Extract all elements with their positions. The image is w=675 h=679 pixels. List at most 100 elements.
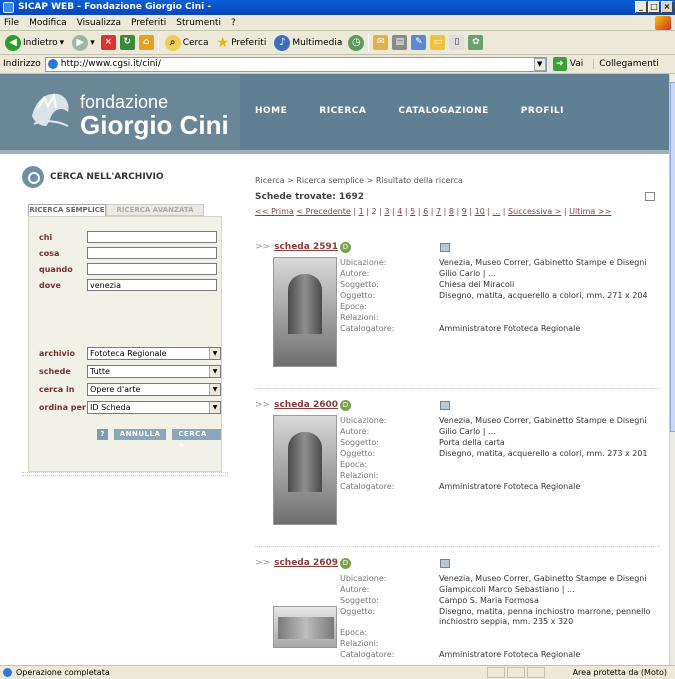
page-link-7[interactable]: 7 <box>436 207 441 216</box>
menu-help[interactable]: ? <box>231 18 236 28</box>
nav-profili[interactable]: PROFILI <box>521 106 564 116</box>
search-button[interactable]: ⌕ Cerca <box>163 33 211 53</box>
dove-row: dove venezia <box>39 279 217 291</box>
refresh-icon[interactable]: ↻ <box>119 35 135 50</box>
home-icon[interactable]: ⌂ <box>138 35 154 50</box>
form-buttons: ? ANNULLA CERCA > <box>97 429 221 449</box>
chevron-down-icon[interactable]: ▼ <box>533 57 546 71</box>
forward-arrow-icon: ▶ <box>72 34 89 51</box>
help-button[interactable]: ? <box>97 429 108 440</box>
page-first-link[interactable]: << Prima <box>255 207 294 216</box>
record-thumbnail[interactable] <box>273 415 337 525</box>
go-button[interactable]: ➜ Vai <box>552 57 583 71</box>
vertical-scrollbar[interactable] <box>669 74 675 665</box>
record-image-icon[interactable] <box>440 559 450 568</box>
site-header: fondazione Giorgio Cini HOME RICERCA CAT… <box>0 74 669 150</box>
messenger-icon[interactable]: ✿ <box>468 35 484 50</box>
menu-modifica[interactable]: Modifica <box>29 18 67 28</box>
page-link-10[interactable]: 10 <box>475 207 485 216</box>
page-link-5[interactable]: 5 <box>410 207 415 216</box>
record-thumbnail[interactable] <box>273 606 337 648</box>
page-icon[interactable]: ▯ <box>449 35 465 50</box>
schede-label: schede <box>39 367 71 376</box>
page-link-9[interactable]: 9 <box>462 207 467 216</box>
chevron-down-icon: ▼ <box>209 366 220 377</box>
menu-visualizza[interactable]: Visualizza <box>77 18 121 28</box>
page-link-4[interactable]: 4 <box>397 207 402 216</box>
record-image-icon[interactable] <box>440 401 450 410</box>
cosa-field[interactable] <box>87 247 217 259</box>
history-icon[interactable]: ◷ <box>348 34 365 51</box>
search-submit-button[interactable]: CERCA > <box>172 429 221 449</box>
folder-icon[interactable]: ▭ <box>430 35 446 50</box>
address-label: Indirizzo <box>3 59 41 69</box>
status-bar: Operazione completata Area protetta da (… <box>0 665 675 679</box>
arrow-icon: >> <box>255 400 271 410</box>
breadcrumb: Ricerca > Ricerca semplice > Risultato d… <box>255 176 463 185</box>
record-title: >> scheda 2600 <box>255 400 338 410</box>
page-prev-link[interactable]: < Precedente <box>296 207 350 216</box>
cancel-button[interactable]: ANNULLA <box>113 429 167 440</box>
chi-field[interactable] <box>87 231 217 243</box>
back-button[interactable]: ◀ Indietro ▾ <box>3 33 66 53</box>
scrollbar-thumb[interactable] <box>670 82 675 432</box>
page-link-1[interactable]: 1 <box>359 207 364 216</box>
result-record: >> scheda 2591 D Ubicazione: Venezia, Muse… <box>255 242 660 390</box>
menu-strumenti[interactable]: Strumenti <box>176 18 221 28</box>
nav-ricerca[interactable]: RICERCA <box>319 106 366 116</box>
maximize-button[interactable]: □ <box>648 1 660 13</box>
media-icon: ♪ <box>274 34 291 51</box>
nav-catalogazione[interactable]: CATALOGAZIONE <box>398 106 488 116</box>
tab-ricerca-semplice[interactable]: RICERCA SEMPLICE <box>28 204 106 216</box>
new-window-icon[interactable] <box>645 192 655 201</box>
archivio-select[interactable]: Fototeca Regionale ▼ <box>87 347 221 360</box>
links-button[interactable]: Collegamenti <box>593 59 659 69</box>
dove-field[interactable]: venezia <box>87 279 217 291</box>
chi-row: chi <box>39 231 217 243</box>
quando-field[interactable] <box>87 263 217 275</box>
record-link[interactable]: scheda 2600 <box>274 400 338 410</box>
cercain-row: cerca in Opere d'arte ▼ <box>39 383 221 396</box>
chi-label: chi <box>39 232 53 242</box>
mail-icon[interactable]: ✉ <box>373 35 389 50</box>
favorites-button[interactable]: ★ Preferiti <box>215 33 269 53</box>
record-title: >> scheda 2591 <box>255 242 338 252</box>
browser-toolbar: ◀ Indietro ▾ ▶ ▾ × ↻ ⌂ ⌕ Cerca ★ Preferiti… <box>0 31 675 55</box>
record-status-icon: D <box>340 400 351 411</box>
menu-file[interactable]: File <box>4 18 19 28</box>
page-last-link[interactable]: Ultima >> <box>569 207 611 216</box>
ordina-select[interactable]: ID Scheda ▼ <box>87 401 221 414</box>
cercain-select[interactable]: Opere d'arte ▼ <box>87 383 221 396</box>
cercain-label: cerca in <box>39 385 75 394</box>
menu-preferiti[interactable]: Preferiti <box>131 18 166 28</box>
stop-icon[interactable]: × <box>100 35 116 50</box>
page-link-6[interactable]: 6 <box>423 207 428 216</box>
page-link-8[interactable]: 8 <box>449 207 454 216</box>
close-button[interactable]: × <box>661 1 673 13</box>
chevron-down-icon: ▼ <box>209 384 220 395</box>
address-input[interactable]: http://www.cgsi.it/cini/ ▼ <box>44 56 547 72</box>
schede-select[interactable]: Tutte ▼ <box>87 365 221 378</box>
tab-ricerca-avanzata[interactable]: RICERCA AVANZATA <box>106 204 204 216</box>
edit-icon[interactable]: ✎ <box>411 35 427 50</box>
search-panel: CERCA NELL'ARCHIVIO RICERCA SEMPLICE RIC… <box>22 166 234 556</box>
ordina-row: ordina per ID Scheda ▼ <box>39 401 221 414</box>
forward-button[interactable]: ▶ ▾ <box>70 33 97 53</box>
site-logo[interactable]: fondazione Giorgio Cini <box>0 74 240 150</box>
nav-home[interactable]: HOME <box>255 106 287 116</box>
back-arrow-icon: ◀ <box>5 34 21 51</box>
print-icon[interactable]: ▤ <box>392 35 408 50</box>
chevron-down-icon: ▼ <box>209 348 220 359</box>
dove-label: dove <box>39 280 61 290</box>
logo-text-giorgio-cini: Giorgio Cini <box>80 110 229 140</box>
media-button[interactable]: ♪ Multimedia <box>272 33 344 53</box>
page-next-link[interactable]: Successiva > <box>508 207 561 216</box>
page-link-3[interactable]: 3 <box>384 207 389 216</box>
page-more-link[interactable]: ... <box>493 207 501 216</box>
record-link[interactable]: scheda 2591 <box>274 242 338 252</box>
record-image-icon[interactable] <box>440 243 450 252</box>
magnifier-icon <box>22 166 44 188</box>
minimize-button[interactable]: _ <box>635 1 647 13</box>
record-link[interactable]: scheda 2609 <box>274 558 338 568</box>
record-thumbnail[interactable] <box>273 257 337 367</box>
